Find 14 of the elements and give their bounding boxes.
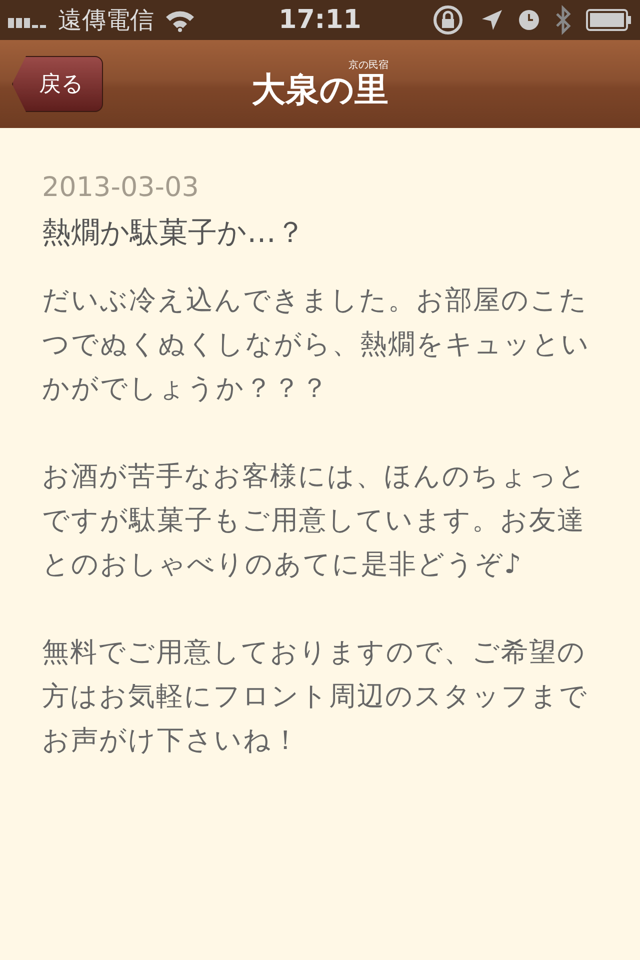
carrier-name: 遠傳電信 [58,5,154,36]
location-arrow-icon [480,8,504,32]
battery-icon [586,9,632,31]
body-paragraph: 無料でご用意しておりますので、ご希望の方はお気軽にフロント周辺のスタッフまでお声がけ下さいね！ [42,636,589,758]
clock-time: 17:11 [278,5,362,35]
back-button[interactable]: 戻る [12,56,103,112]
post-title: 熱燗か駄菓子か…？ [42,214,306,251]
clock-icon [518,9,540,31]
bluetooth-icon [554,5,572,35]
logo-subtitle: 京の民宿 [348,58,388,72]
body-paragraph: だいぶ冷え込んできました。お部屋のこたつでぬくぬくしながら、熱燗をキュッといかがでしょうか？？？ [42,284,591,406]
post-date: 2013-03-03 [42,172,200,203]
logo-text: 大泉の里 [252,72,388,110]
body-paragraph: お酒が苦手なお客様には、ほんのちょっとですが駄菓子もご用意しています。お友達とのおしゃべりのあてに是非どうぞ♪ [42,460,588,582]
